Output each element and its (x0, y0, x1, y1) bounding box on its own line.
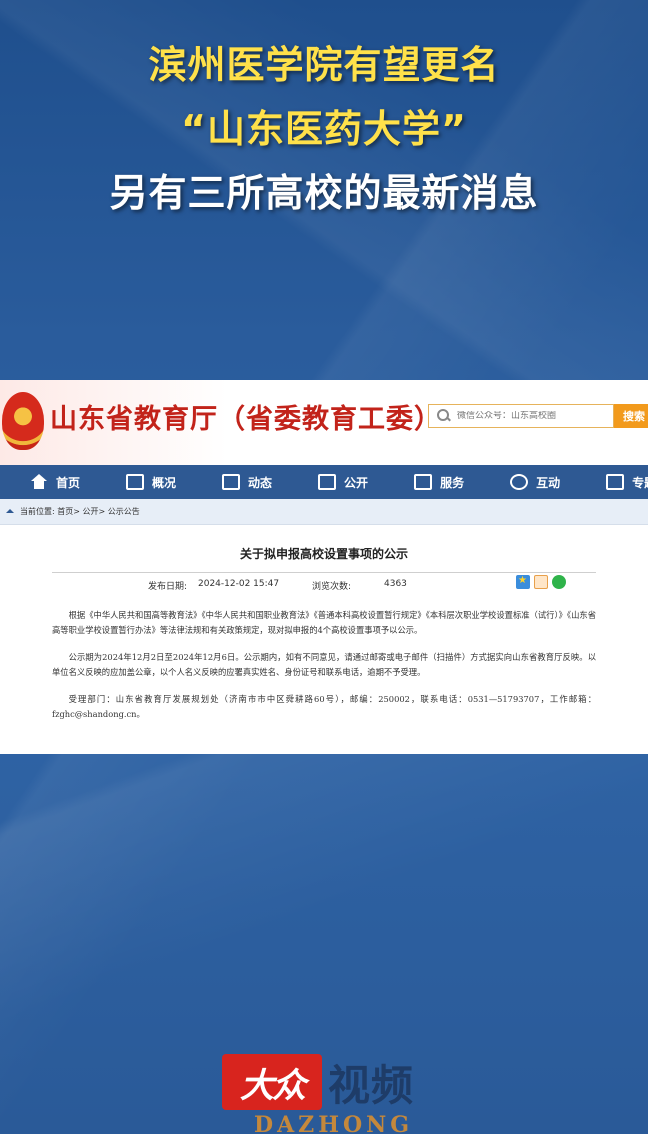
headline-line-2: “山东医药大学” (181, 107, 467, 151)
national-emblem-icon (2, 392, 44, 450)
search-input[interactable] (457, 411, 607, 421)
logo-badge: 大众 (222, 1054, 322, 1110)
nav-item-label: 专题 (632, 475, 648, 490)
topic-icon (606, 474, 625, 490)
article-content: 关于拟申报高校设置事项的公示 发布日期: 2024-12-02 15:47 浏览… (0, 545, 648, 722)
search-box[interactable] (428, 404, 614, 428)
main-nav: 首页 概况 动态 公开 服务 互动 专题 (0, 465, 648, 499)
search-button[interactable]: 搜索 (614, 404, 648, 428)
article-paragraph-1: 根据《中华人民共和国高等教育法》《中华人民共和国职业教育法》《普通本科高校设置暂… (52, 610, 596, 635)
headline-line-3: 另有三所高校的最新消息 (109, 171, 539, 215)
home-icon (30, 474, 48, 490)
article-meta: 发布日期: 2024-12-02 15:47 浏览次数: 4363 (52, 572, 596, 594)
nav-item-service[interactable]: 服务 (414, 474, 464, 491)
breadcrumb: 当前位置: 首页> 公开> 公示公告 (0, 499, 648, 525)
chat-icon (510, 474, 529, 490)
nav-item-label: 公开 (344, 475, 369, 490)
service-icon (414, 474, 433, 490)
nav-item-overview[interactable]: 概况 (126, 474, 176, 491)
nav-item-label: 服务 (440, 475, 465, 490)
book-icon (318, 474, 337, 490)
nav-item-public[interactable]: 公开 (318, 474, 368, 491)
views-label: 浏览次数: (312, 582, 352, 592)
dazhong-video-logo: 大众 视频 DAZHONG (222, 1050, 442, 1134)
site-title[interactable]: 山东省教育厅（省委教育工委） (50, 397, 442, 436)
logo-text: 视频 (328, 1061, 415, 1110)
favorite-icon[interactable] (516, 575, 530, 589)
article-title: 关于拟申报高校设置事项的公示 (239, 547, 408, 561)
weibo-icon[interactable] (534, 575, 548, 589)
breadcrumb-text[interactable]: 当前位置: 首页> 公开> 公示公告 (20, 506, 140, 517)
location-icon (6, 508, 14, 515)
search-icon (437, 409, 451, 423)
site-header: 山东省教育厅（省委教育工委） 搜索 (0, 380, 648, 465)
nav-item-news[interactable]: 动态 (222, 474, 272, 491)
nav-item-label: 互动 (536, 475, 561, 490)
share-buttons (516, 575, 570, 589)
logo-subtitle: DAZHONG (254, 1112, 414, 1134)
overview-icon (126, 474, 145, 490)
publish-date: 2024-12-02 15:47 (198, 579, 280, 589)
news-icon (222, 474, 241, 490)
nav-item-home[interactable]: 首页 (30, 474, 80, 491)
nav-item-topic[interactable]: 专题 (606, 474, 648, 491)
nav-item-label: 首页 (56, 475, 81, 490)
headline-line-1: 滨州医学院有望更名 (148, 43, 500, 87)
website-screenshot: 山东省教育厅（省委教育工委） 搜索 首页 概况 动态 公开 服务 (0, 380, 648, 754)
date-label: 发布日期: (148, 582, 188, 592)
nav-item-label: 动态 (248, 475, 273, 490)
nav-item-label: 概况 (152, 475, 177, 490)
nav-item-interact[interactable]: 互动 (510, 474, 560, 491)
article-paragraph-2: 公示期为2024年12月2日至2024年12月6日。公示期内，如有不同意见，请通… (52, 652, 596, 677)
wechat-icon[interactable] (552, 575, 566, 589)
view-count: 4363 (384, 579, 407, 589)
article-paragraph-3: 受理部门：山东省教育厅发展规划处（济南市市中区舜耕路60号），邮编：250002… (52, 694, 596, 719)
